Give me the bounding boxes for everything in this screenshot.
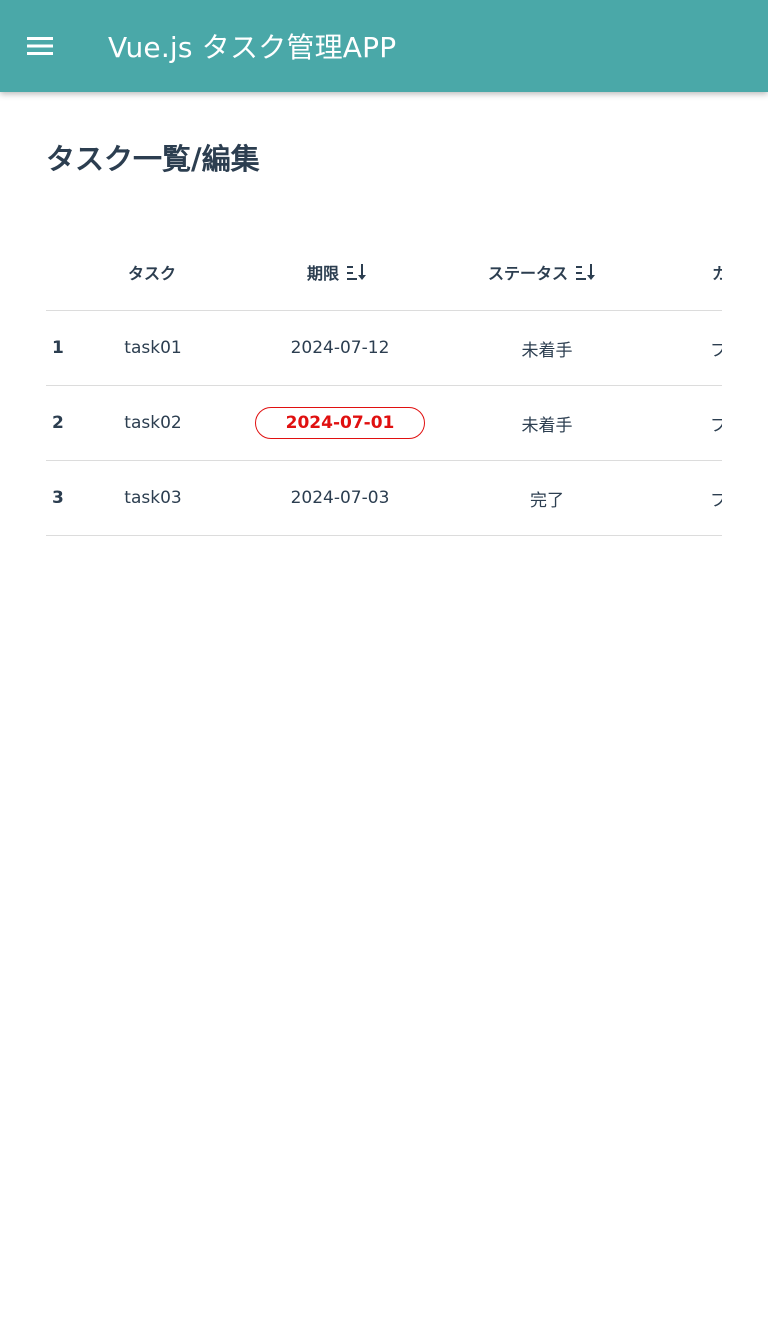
header-due-label: 期限 (307, 264, 340, 283)
header-due[interactable]: 期限 (307, 260, 369, 284)
row-number: 2 (52, 413, 64, 433)
table-row[interactable]: 3 task03 2024-07-03 完了 フ (46, 461, 722, 536)
table-header-row: タスク 期限 ステータス カ (46, 234, 722, 311)
header-extra-label: カ (712, 264, 722, 283)
extra-value: フ (710, 415, 722, 436)
table-row[interactable]: 1 task01 2024-07-12 未着手 フ (46, 311, 722, 386)
row-number: 3 (52, 488, 64, 508)
header-extra: カ (712, 260, 722, 284)
status-value[interactable]: 完了 (486, 461, 608, 535)
due-date[interactable]: 2024-07-12 (254, 311, 426, 385)
due-date[interactable]: 2024-07-01 (254, 386, 426, 460)
task-name[interactable]: task01 (106, 311, 200, 385)
row-number: 1 (52, 338, 64, 358)
task-name[interactable]: task03 (106, 461, 200, 535)
task-table[interactable]: タスク 期限 ステータス カ 1 task01 2024-07-12 未着手 フ… (46, 234, 722, 538)
table-row[interactable]: 2 task02 2024-07-01 未着手 フ (46, 386, 722, 461)
header-status-label: ステータス (488, 264, 569, 283)
task-name[interactable]: task02 (106, 386, 200, 460)
due-date[interactable]: 2024-07-03 (254, 461, 426, 535)
sort-descending-icon[interactable] (347, 262, 369, 282)
status-value[interactable]: 未着手 (486, 386, 608, 460)
sort-descending-icon[interactable] (576, 262, 598, 282)
page-title: タスク一覧/編集 (46, 142, 260, 176)
hamburger-menu-icon[interactable] (22, 28, 58, 64)
overdue-date-badge: 2024-07-01 (255, 407, 425, 439)
status-value[interactable]: 未着手 (486, 311, 608, 385)
header-task-label: タスク (128, 264, 177, 283)
extra-value: フ (710, 490, 722, 511)
app-title: Vue.js タスク管理APP (108, 31, 397, 64)
header-task: タスク (128, 260, 176, 284)
header-status[interactable]: ステータス (488, 260, 598, 284)
app-bar: Vue.js タスク管理APP (0, 0, 768, 92)
due-date-value: 2024-07-03 (290, 488, 390, 508)
due-date-value: 2024-07-12 (290, 338, 390, 358)
extra-value: フ (710, 340, 722, 361)
